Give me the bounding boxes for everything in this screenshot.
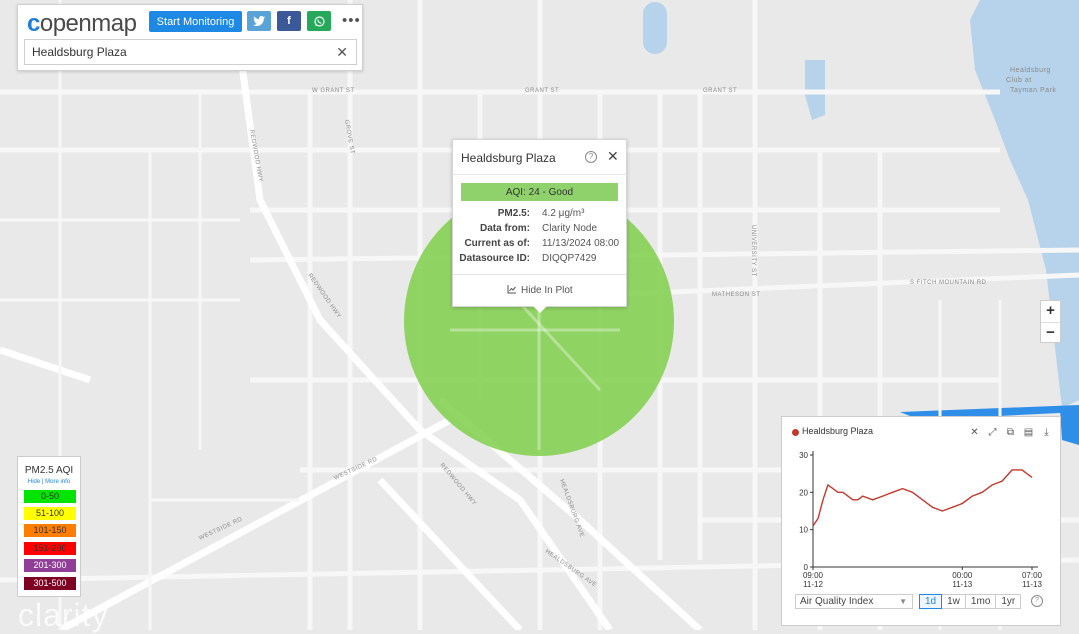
x-tick-time: 00:00 (952, 571, 973, 580)
datasource-id-value: DIQQP7429 (542, 253, 597, 264)
chart-toolbar: ✕ ⤢ ⧉ ▤ ⤓ (968, 426, 1053, 440)
search-panel: copenmap Start Monitoring f ••• Healdsbu… (17, 4, 363, 71)
datasource-id-label: Datasource ID: (459, 253, 530, 264)
chart-icon (507, 285, 516, 294)
svg-text:Club at: Club at (1006, 77, 1032, 84)
clear-search-icon[interactable]: ✕ (336, 44, 348, 61)
hide-in-plot-label: Hide In Plot (521, 285, 573, 296)
pm25-label: PM2.5: (497, 208, 530, 219)
x-tick-date: 11-13 (952, 580, 972, 589)
svg-text:W GRANT ST: W GRANT ST (312, 88, 355, 94)
clarity-watermark: clarity (18, 597, 109, 633)
whatsapp-share-button[interactable] (307, 11, 331, 31)
close-popup-icon[interactable]: ✕ (607, 148, 619, 165)
more-options-button[interactable]: ••• (342, 12, 361, 29)
y-tick-label: 10 (799, 526, 808, 535)
zoom-out-button[interactable]: − (1041, 323, 1060, 344)
legend-item: 201-300 (24, 559, 76, 572)
aqi-line-chart[interactable]: 010203009:0011-1200:0011-1307:0011-13 (782, 443, 1062, 591)
openmap-logo[interactable]: copenmap (27, 10, 137, 38)
popup-title: Healdsburg Plaza (461, 151, 556, 165)
logo-mark: c (27, 10, 40, 37)
divider (453, 174, 626, 175)
metric-select-value: Air Quality Index (800, 596, 874, 607)
pond (643, 2, 667, 54)
twitter-share-button[interactable] (247, 11, 271, 31)
svg-text:GRANT ST: GRANT ST (525, 88, 559, 94)
range-1mo-button[interactable]: 1mo (964, 594, 997, 609)
x-tick-date: 11-13 (1022, 580, 1042, 589)
hide-in-plot-button[interactable]: Hide In Plot (507, 285, 573, 296)
data-from-value: Clarity Node (542, 223, 598, 234)
document-icon[interactable]: ▤ (1022, 426, 1035, 439)
svg-text:MATHESON ST: MATHESON ST (712, 292, 760, 298)
facebook-share-button[interactable]: f (277, 11, 301, 31)
legend-item: 101-150 (24, 524, 76, 537)
range-1d-button[interactable]: 1d (919, 594, 943, 609)
svg-text:Tayman Park: Tayman Park (1010, 87, 1056, 94)
chart-title: Healdsburg Plaza (802, 426, 874, 436)
current-as-of-value: 11/13/2024 08:00 (542, 238, 620, 249)
metric-select[interactable]: Air Quality Index ▼ (795, 594, 913, 609)
chevron-down-icon: ▼ (899, 597, 907, 606)
series-line (812, 469, 1033, 527)
twitter-icon (253, 16, 265, 26)
popout-icon[interactable]: ⧉ (1004, 426, 1017, 439)
x-tick-time: 07:00 (1022, 571, 1043, 580)
svg-text:GRANT ST: GRANT ST (703, 88, 737, 94)
expand-icon[interactable]: ⤢ (986, 426, 999, 439)
data-from-label: Data from: (479, 223, 530, 234)
aqi-legend: PM2.5 AQI Hide | More info 0-50 51-100 1… (17, 456, 81, 597)
y-tick-label: 30 (799, 451, 808, 460)
pm25-value: 4.2 μg/m³ (542, 208, 585, 219)
info-row-data-from: Data from: Clarity Node (453, 223, 628, 237)
search-input[interactable]: Healdsburg Plaza ✕ (24, 39, 357, 65)
divider (453, 274, 626, 275)
range-1yr-button[interactable]: 1yr (995, 594, 1022, 609)
legend-item: 0-50 (24, 490, 76, 503)
range-1w-button[interactable]: 1w (941, 594, 966, 609)
info-row-current-as-of: Current as of: 11/13/2024 08:00 (453, 238, 628, 252)
close-chart-icon[interactable]: ✕ (968, 426, 981, 439)
search-input-value[interactable]: Healdsburg Plaza (32, 45, 127, 59)
series-color-dot (792, 429, 799, 436)
svg-text:Healdsburg: Healdsburg (1010, 67, 1051, 74)
svg-text:UNIVERSITY ST: UNIVERSITY ST (750, 225, 756, 277)
logo-text: openmap (39, 10, 137, 37)
chart-help-icon[interactable]: ? (1031, 595, 1043, 607)
legend-hide-link[interactable]: Hide (28, 479, 40, 485)
zoom-controls: + − (1040, 300, 1061, 343)
help-icon[interactable]: ? (585, 151, 597, 163)
legend-item: 151-200 (24, 542, 76, 555)
legend-item: 301-500 (24, 577, 76, 590)
svg-text:S FITCH MOUNTAIN RD: S FITCH MOUNTAIN RD (910, 280, 987, 286)
aqi-status-badge: AQI: 24 - Good (461, 183, 618, 201)
legend-title: PM2.5 AQI (24, 465, 74, 476)
x-tick-date: 11-12 (803, 580, 823, 589)
info-row-datasource-id: Datasource ID: DIQQP7429 (453, 253, 628, 267)
current-as-of-label: Current as of: (464, 238, 530, 249)
download-icon[interactable]: ⤓ (1040, 426, 1053, 439)
chart-panel: Healdsburg Plaza ✕ ⤢ ⧉ ▤ ⤓ 0 10 20 30 09:00 1… (781, 416, 1061, 626)
whatsapp-icon (313, 15, 325, 27)
x-tick-time: 09:00 (803, 571, 824, 580)
legend-item: 51-100 (24, 507, 76, 520)
location-popup: Healdsburg Plaza ? ✕ AQI: 24 - Good PM2.… (452, 139, 628, 313)
y-tick-label: 20 (799, 488, 808, 497)
facebook-icon: f (287, 15, 291, 27)
start-monitoring-button[interactable]: Start Monitoring (149, 11, 242, 32)
legend-more-info-link[interactable]: More info (45, 479, 70, 485)
range-selector: 1d 1w 1mo 1yr (919, 594, 1022, 609)
zoom-in-button[interactable]: + (1041, 301, 1060, 323)
legend-links: Hide | More info (27, 479, 71, 485)
info-row-pm25: PM2.5: 4.2 μg/m³ (453, 208, 628, 222)
